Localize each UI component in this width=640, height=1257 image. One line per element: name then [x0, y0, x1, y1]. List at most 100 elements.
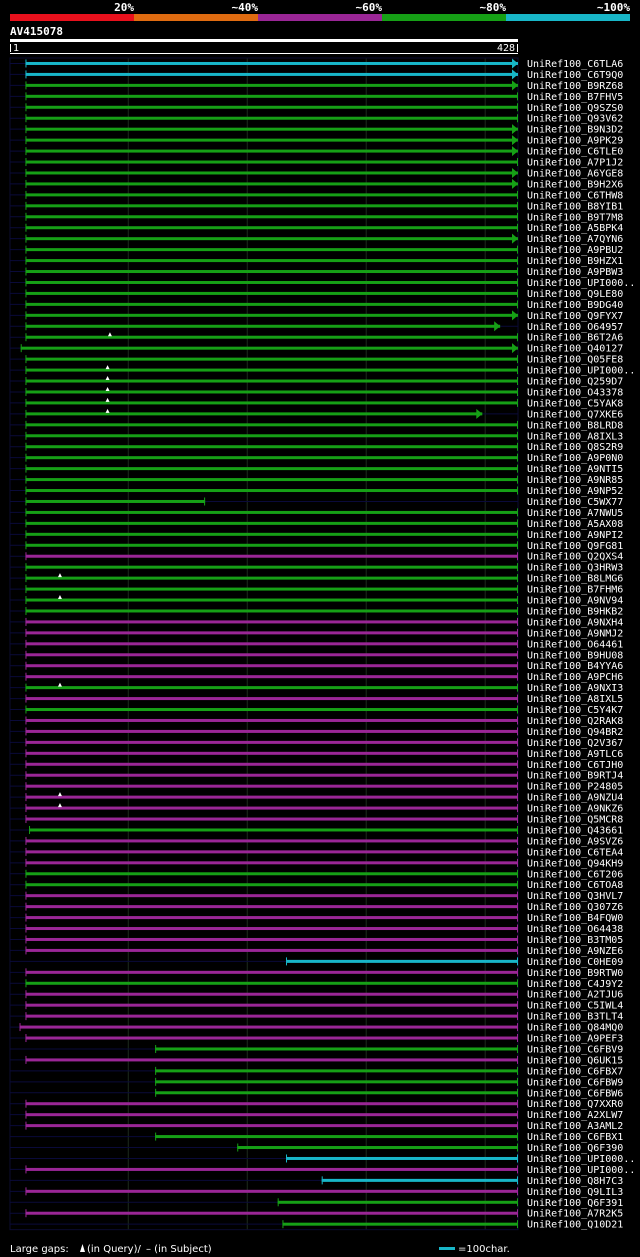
- query-bar: [10, 39, 518, 42]
- hit-label: UniRef100_A9NMJ2: [527, 628, 623, 639]
- hit-label: UniRef100_B9N3D2: [527, 125, 623, 136]
- hit-label: UniRef100_Q8S2R9: [527, 442, 623, 453]
- hit-label: UniRef100_B9HZX1: [527, 256, 623, 267]
- hit-bar: [25, 270, 519, 274]
- hit-row: UniRef100_A9NP52: [10, 486, 623, 497]
- hit-label: UniRef100_O43378: [527, 387, 623, 398]
- hit-bar: [25, 1189, 519, 1193]
- hit-label: UniRef100_C6FBX1: [527, 1132, 623, 1143]
- hit-row: UniRef100_A8IXL3: [10, 431, 623, 442]
- hit-bar: [25, 138, 519, 142]
- hit-label: UniRef100_A7R2K5: [527, 1209, 623, 1220]
- hit-label: UniRef100_Q9FG81: [527, 541, 623, 552]
- hit-row: UniRef100_C5WX77: [10, 497, 623, 508]
- hit-label: UniRef100_A8IXL3: [527, 431, 623, 442]
- hit-row: UniRef100_C6TLE0: [10, 146, 623, 158]
- hit-row: UniRef100_Q5MCR8: [10, 815, 623, 826]
- alignment-chart: 20% ~40% ~60% ~80% ~100% AV415078 1 428 …: [9, 1, 635, 1255]
- hit-bar: [155, 1135, 518, 1139]
- hit-bar: [25, 248, 519, 252]
- hit-row: UniRef100_A3AML2: [10, 1121, 623, 1132]
- hit-row: UniRef100_UPI000..: [10, 365, 635, 377]
- hit-row: UniRef100_C6T206: [10, 869, 623, 880]
- hit-label: UniRef100_A5AX08: [527, 519, 623, 530]
- legend-swatch-1: [134, 14, 258, 21]
- hit-label: UniRef100_Q43661: [527, 825, 623, 836]
- hit-label: UniRef100_B9HKB2: [527, 606, 623, 617]
- hit-row: UniRef100_C0HE09: [10, 957, 623, 968]
- hit-end-arrow: [512, 69, 518, 80]
- hit-label: UniRef100_UPI000..: [527, 1154, 635, 1165]
- hit-label: UniRef100_UPI000..: [527, 366, 635, 377]
- hit-row: UniRef100_Q9LIL3: [10, 1187, 623, 1198]
- hit-label: UniRef100_C5Y4K7: [527, 705, 623, 716]
- hit-bar: [25, 83, 519, 87]
- hit-bar: [25, 664, 519, 668]
- hit-row: UniRef100_Q3HVL7: [10, 891, 623, 902]
- hit-label: UniRef100_C6FBV9: [527, 1044, 623, 1055]
- hit-bar: [25, 565, 519, 569]
- hit-bar: [25, 697, 519, 701]
- hit-bar: [25, 718, 519, 722]
- hit-row: UniRef100_Q7XKE6: [10, 408, 623, 420]
- hit-label: UniRef100_Q9FYX7: [527, 311, 623, 322]
- hit-bar: [25, 127, 519, 131]
- hit-row: UniRef100_C6FBV9: [10, 1044, 623, 1055]
- hit-bar: [25, 1167, 519, 1171]
- hit-label: UniRef100_C6TJH0: [527, 760, 623, 771]
- hit-label: UniRef100_A3AML2: [527, 1121, 623, 1132]
- hit-end-arrow: [512, 310, 518, 321]
- hit-label: UniRef100_B8LMG6: [527, 574, 623, 585]
- hit-row: UniRef100_A9NZE6: [10, 946, 623, 957]
- hit-bar: [25, 740, 519, 744]
- hit-bar: [25, 576, 519, 580]
- hit-label: UniRef100_A9PBW3: [527, 267, 623, 278]
- hit-label: UniRef100_C5YAK8: [527, 398, 623, 409]
- hit-label: UniRef100_A9SVZ6: [527, 836, 623, 847]
- hit-row: UniRef100_Q94KH9: [10, 858, 623, 869]
- hit-row: UniRef100_Q93V62: [10, 114, 623, 125]
- hit-row: UniRef100_Q9FG81: [10, 541, 623, 552]
- hit-row: UniRef100_B9HU08: [10, 650, 623, 661]
- hit-label: UniRef100_Q5MCR8: [527, 815, 623, 826]
- hit-bar: [25, 401, 519, 405]
- hit-row: UniRef100_B6T2A6: [10, 332, 623, 344]
- hit-bar: [25, 883, 519, 887]
- hit-row: UniRef100_B7FHV5: [10, 92, 623, 103]
- hit-bar: [25, 970, 519, 974]
- hit-label: UniRef100_Q7XXR0: [527, 1099, 623, 1110]
- hit-bar: [25, 445, 519, 449]
- hit-row: UniRef100_Q40127: [10, 343, 623, 355]
- axis-max-label: 428: [497, 43, 515, 54]
- hit-row: UniRef100_A9NV94: [10, 595, 623, 607]
- hit-label: UniRef100_Q40127: [527, 344, 623, 355]
- hit-row: UniRef100_C5YAK8: [10, 397, 623, 409]
- hit-row: UniRef100_Q6F390: [10, 1143, 623, 1154]
- hit-label: UniRef100_Q94BR2: [527, 727, 623, 738]
- hit-label: UniRef100_O64438: [527, 924, 623, 935]
- hit-label: UniRef100_A9NZE6: [527, 946, 623, 957]
- hit-label: UniRef100_A9PCH6: [527, 672, 623, 683]
- hit-label: UniRef100_B8YIB1: [527, 201, 623, 212]
- query-gap-marker-icon: [80, 1244, 85, 1252]
- hit-label: UniRef100_A9NP52: [527, 486, 623, 497]
- hit-end-arrow: [512, 167, 518, 178]
- hit-end-arrow: [494, 321, 501, 332]
- hit-label: UniRef100_C6FBW6: [527, 1088, 623, 1099]
- hit-label: UniRef100_C6FBX7: [527, 1066, 623, 1077]
- hit-row: UniRef100_A2TJU6: [10, 990, 623, 1001]
- hit-row: UniRef100_A9SVZ6: [10, 836, 623, 847]
- hit-row: UniRef100_Q8H7C3: [10, 1176, 623, 1187]
- hit-label: UniRef100_A9PEF3: [527, 1034, 623, 1045]
- hit-row: UniRef100_A9PCH6: [10, 672, 623, 683]
- hit-bar: [155, 1069, 518, 1073]
- hit-row: UniRef100_Q9LE80: [10, 289, 623, 300]
- hit-bar: [25, 806, 519, 810]
- hit-label: UniRef100_C6T9Q0: [527, 70, 623, 81]
- hit-label: UniRef100_C5WX77: [527, 497, 623, 508]
- hit-row: UniRef100_B9RTW0: [10, 968, 623, 979]
- hit-bar: [25, 784, 519, 788]
- hit-bar: [25, 762, 519, 766]
- hit-label: UniRef100_A9NPI2: [527, 530, 623, 541]
- hit-row: UniRef100_Q84MQ0: [10, 1023, 623, 1034]
